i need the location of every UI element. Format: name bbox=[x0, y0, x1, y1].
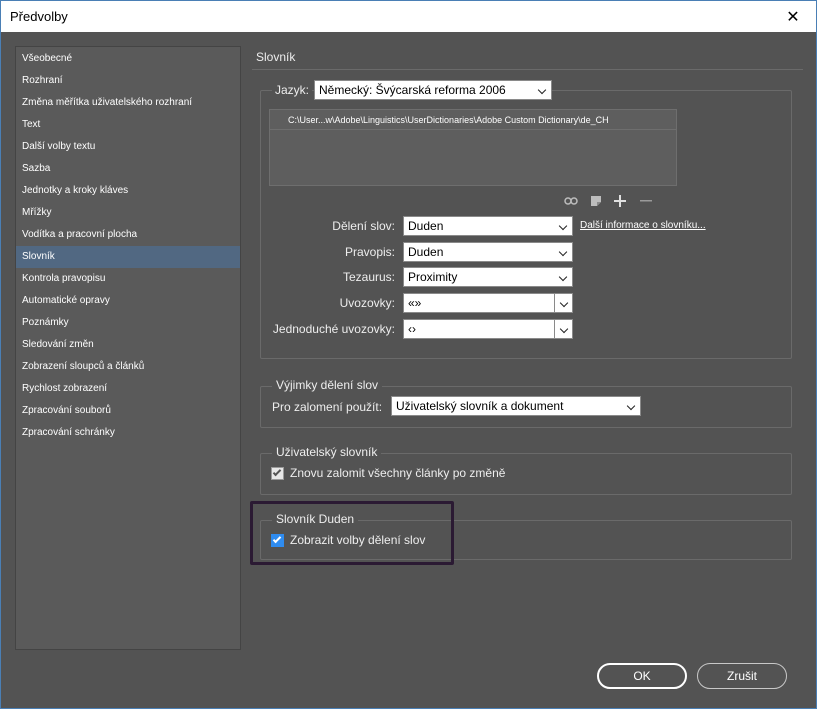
chevron-down-icon bbox=[537, 85, 547, 95]
language-value: Německý: Švýcarská reforma 2006 bbox=[319, 83, 506, 97]
chevron-down-icon bbox=[626, 401, 636, 411]
link-icon[interactable] bbox=[563, 193, 579, 209]
sidebar-item-ui-scaling[interactable]: Změna měřítka uživatelského rozhraní bbox=[16, 92, 240, 114]
thesaurus-dropdown[interactable]: Proximity bbox=[403, 267, 573, 287]
close-icon[interactable]: ✕ bbox=[770, 1, 816, 32]
preferences-dialog: Předvolby ✕ Všeobecné Rozhraní Změna měř… bbox=[0, 0, 817, 709]
sidebar-item-advanced-type[interactable]: Další volby textu bbox=[16, 136, 240, 158]
chevron-down-icon bbox=[558, 247, 568, 257]
chevron-down-icon bbox=[558, 221, 568, 231]
cancel-button[interactable]: Zrušit bbox=[697, 663, 787, 689]
language-dropdown[interactable]: Německý: Švýcarská reforma 2006 bbox=[314, 80, 552, 100]
sidebar-item-display-performance[interactable]: Rychlost zobrazení bbox=[16, 378, 240, 400]
thesaurus-value: Proximity bbox=[408, 270, 458, 284]
single-quotes-combobox[interactable]: ‹› bbox=[403, 319, 573, 339]
spelling-label: Pravopis: bbox=[344, 245, 395, 259]
language-label: Jazyk: bbox=[272, 83, 313, 97]
sidebar-item-notes[interactable]: Poznámky bbox=[16, 312, 240, 334]
spelling-value: Duden bbox=[408, 245, 444, 259]
hyphenation-exceptions-legend: Výjimky dělení slov bbox=[272, 378, 383, 392]
highlight-frame bbox=[250, 501, 454, 565]
sidebar-item-clipboard-handling[interactable]: Zpracování schránky bbox=[16, 422, 240, 444]
sidebar-item-file-handling[interactable]: Zpracování souborů bbox=[16, 400, 240, 422]
chevron-down-icon bbox=[558, 272, 568, 282]
compose-using-label: Pro zalomení použít: bbox=[272, 400, 383, 414]
hyphenation-label: Dělení slov: bbox=[332, 219, 395, 233]
window-title: Předvolby bbox=[10, 9, 68, 24]
remove-icon[interactable] bbox=[638, 193, 654, 209]
sidebar-item-interface[interactable]: Rozhraní bbox=[16, 70, 240, 92]
new-dictionary-icon[interactable] bbox=[588, 193, 604, 209]
sidebar-item-type[interactable]: Text bbox=[16, 114, 240, 136]
recompose-label[interactable]: Znovu zalomit všechny články po změně bbox=[290, 466, 505, 480]
sidebar-item-autocorrect[interactable]: Automatické opravy bbox=[16, 290, 240, 312]
dictionary-list[interactable]: C:\User...w\Adobe\Linguistics\UserDictio… bbox=[269, 109, 677, 186]
sidebar-item-units-increments[interactable]: Jednotky a kroky kláves bbox=[16, 180, 240, 202]
quotes-value: «» bbox=[408, 296, 422, 310]
single-quotes-label: Jednoduché uvozovky: bbox=[272, 322, 395, 336]
thesaurus-label: Tezaurus: bbox=[342, 270, 395, 284]
sidebar-item-track-changes[interactable]: Sledování změn bbox=[16, 334, 240, 356]
quotes-combobox[interactable]: «» bbox=[403, 293, 573, 313]
combobox-separator bbox=[554, 294, 555, 312]
sidebar-item-composition[interactable]: Sazba bbox=[16, 158, 240, 180]
combobox-separator bbox=[554, 320, 555, 338]
ok-button[interactable]: OK bbox=[597, 663, 687, 689]
single-quotes-value: ‹› bbox=[408, 322, 416, 336]
hyphenation-dropdown[interactable]: Duden bbox=[403, 216, 573, 236]
spelling-dropdown[interactable]: Duden bbox=[403, 242, 573, 262]
chevron-down-icon bbox=[559, 324, 569, 334]
sidebar-item-general[interactable]: Všeobecné bbox=[16, 48, 240, 70]
checkmark-icon bbox=[272, 467, 282, 477]
list-item[interactable]: C:\User...w\Adobe\Linguistics\UserDictio… bbox=[270, 110, 676, 130]
hyphenation-value: Duden bbox=[408, 219, 444, 233]
sidebar-item-grids[interactable]: Mřížky bbox=[16, 202, 240, 224]
user-dictionary-legend: Uživatelský slovník bbox=[272, 445, 382, 459]
quotes-label: Uvozovky: bbox=[339, 296, 395, 310]
add-icon[interactable] bbox=[612, 193, 628, 209]
sidebar-item-spelling[interactable]: Kontrola pravopisu bbox=[16, 268, 240, 290]
title-bar: Předvolby ✕ bbox=[1, 1, 816, 32]
sidebar-item-guides-pasteboard[interactable]: Vodítka a pracovní plocha bbox=[16, 224, 240, 246]
sidebar-item-story-editor[interactable]: Zobrazení sloupců a článků bbox=[16, 356, 240, 378]
recompose-checkbox[interactable] bbox=[271, 467, 284, 480]
chevron-down-icon bbox=[559, 298, 569, 308]
panel-title: Slovník bbox=[256, 50, 296, 64]
compose-using-dropdown[interactable]: Uživatelský slovník a dokument bbox=[391, 396, 641, 416]
more-info-link[interactable]: Další informace o slovníku... bbox=[580, 220, 706, 231]
compose-using-value: Uživatelský slovník a dokument bbox=[396, 399, 564, 413]
sidebar: Všeobecné Rozhraní Změna měřítka uživate… bbox=[15, 46, 241, 650]
title-divider bbox=[252, 69, 803, 70]
sidebar-item-dictionary[interactable]: Slovník bbox=[16, 246, 240, 268]
